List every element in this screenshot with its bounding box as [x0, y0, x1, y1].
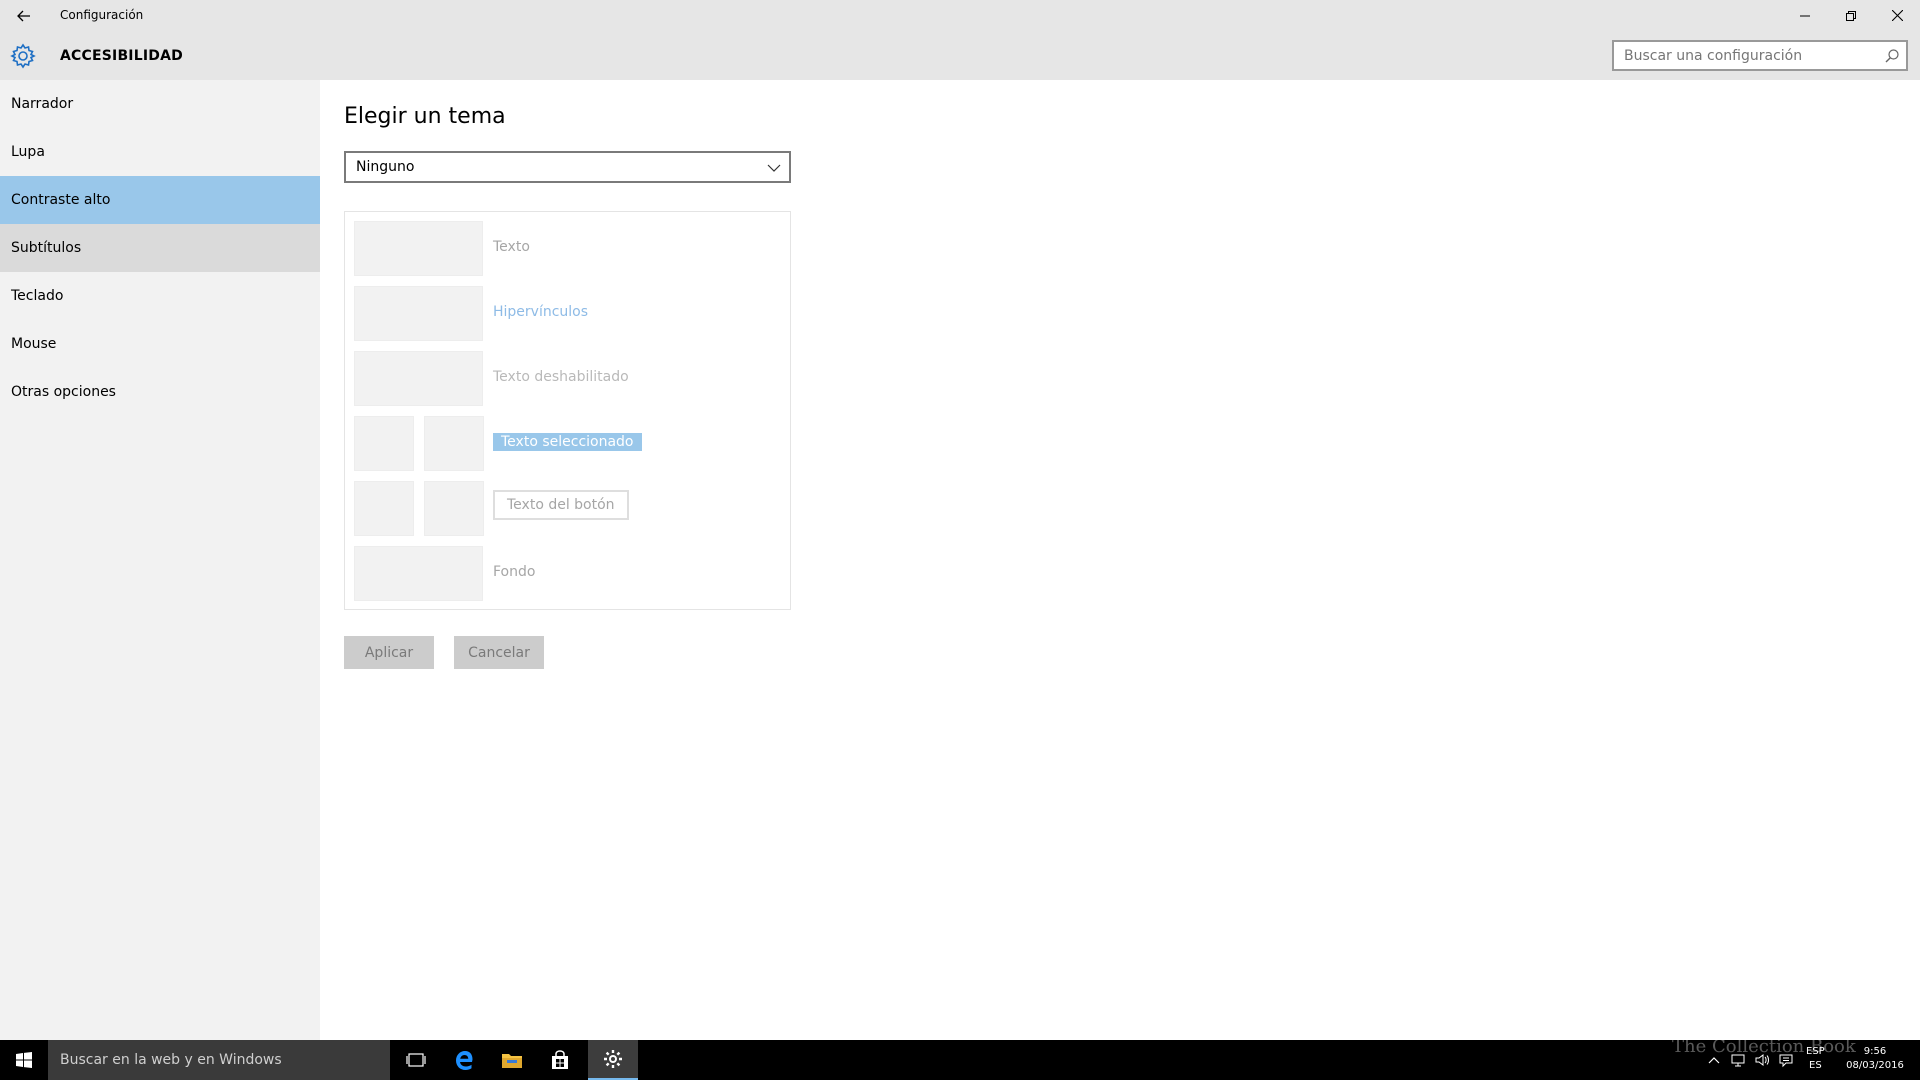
sidebar-item-label: Subtítulos — [11, 240, 82, 256]
taskbar-file-explorer-button[interactable] — [488, 1040, 536, 1080]
sidebar-item-label: Mouse — [11, 336, 57, 352]
page-title: Elegir un tema — [344, 104, 506, 129]
minimize-button[interactable] — [1782, 0, 1828, 31]
preview-disabled-label: Texto deshabilitado — [493, 369, 629, 385]
hyperlink-color-swatch[interactable] — [354, 286, 483, 341]
taskbar-store-button[interactable] — [536, 1040, 584, 1080]
settings-search-box[interactable] — [1612, 40, 1908, 71]
sidebar-item-teclado[interactable]: Teclado — [0, 272, 320, 320]
gear-icon — [10, 43, 36, 69]
taskbar-edge-button[interactable] — [440, 1040, 488, 1080]
window-title: Configuración — [60, 8, 144, 22]
folder-icon — [502, 1054, 522, 1068]
sidebar-item-otras-opciones[interactable]: Otras opciones — [0, 368, 320, 416]
button-text-fg-swatch[interactable] — [354, 481, 414, 536]
task-view-icon — [406, 1053, 426, 1067]
button-text-bg-swatch[interactable] — [424, 481, 484, 536]
selected-text-bg-swatch[interactable] — [424, 416, 484, 471]
preview-row-background: Fondo — [354, 546, 774, 601]
preview-text-label: Texto — [493, 239, 530, 255]
preview-row-selected: Texto seleccionado — [354, 416, 774, 471]
watermark-text: The Collection Book — [1672, 1036, 1856, 1057]
sidebar-item-mouse[interactable]: Mouse — [0, 320, 320, 368]
settings-search-input[interactable] — [1614, 42, 1864, 69]
start-button[interactable] — [0, 1040, 48, 1080]
preview-row-button: Texto del botón — [354, 481, 774, 536]
close-icon — [1891, 10, 1903, 21]
apply-button[interactable]: Aplicar — [344, 636, 434, 669]
settings-gear-icon — [604, 1050, 622, 1068]
edge-browser-icon — [456, 1051, 473, 1070]
taskbar-search-placeholder: Buscar en la web y en Windows — [60, 1052, 282, 1068]
preview-row-disabled: Texto deshabilitado — [354, 351, 774, 406]
title-bar: Configuración — [0, 0, 1920, 31]
close-button[interactable] — [1874, 0, 1920, 31]
preview-button-label: Texto del botón — [493, 490, 629, 520]
windows-logo-icon — [16, 1052, 32, 1068]
disabled-text-color-swatch[interactable] — [354, 351, 483, 406]
section-title: ACCESIBILIDAD — [60, 48, 183, 64]
settings-header: ACCESIBILIDAD — [0, 31, 1920, 80]
preview-background-label: Fondo — [493, 564, 536, 580]
minimize-icon — [1800, 15, 1810, 16]
store-bag-icon — [552, 1050, 568, 1069]
theme-dropdown[interactable]: Ninguno — [344, 151, 791, 183]
cancel-button[interactable]: Cancelar — [454, 636, 544, 669]
chevron-down-icon — [767, 164, 781, 172]
main-content: Elegir un tema Ninguno Texto Hipervíncul… — [344, 80, 1920, 1040]
restore-button[interactable] — [1828, 0, 1874, 31]
sidebar-item-label: Otras opciones — [11, 384, 116, 400]
preview-hyperlink-label: Hipervínculos — [493, 304, 589, 320]
back-arrow-icon — [16, 10, 30, 21]
restore-icon — [1846, 10, 1856, 21]
sidebar-item-label: Narrador — [11, 96, 74, 112]
sidebar-item-label: Contraste alto — [11, 192, 111, 208]
sidebar-item-narrador[interactable]: Narrador — [0, 80, 320, 128]
search-icon[interactable] — [1884, 48, 1900, 64]
preview-selected-label: Texto seleccionado — [493, 433, 642, 451]
sidebar-item-contraste-alto[interactable]: Contraste alto — [0, 176, 320, 224]
sidebar-item-lupa[interactable]: Lupa — [0, 128, 320, 176]
keyboard-code: ES — [1809, 1060, 1822, 1071]
back-button[interactable] — [8, 0, 39, 31]
sidebar: Narrador Lupa Contraste alto Subtítulos … — [0, 80, 320, 1040]
task-view-button[interactable] — [392, 1040, 440, 1080]
taskbar: Buscar en la web y en Windows ESP ES 9:5… — [0, 1040, 1920, 1080]
clock-date: 08/03/2016 — [1846, 1060, 1904, 1071]
sidebar-item-subtitulos[interactable]: Subtítulos — [0, 224, 320, 272]
taskbar-search-box[interactable]: Buscar en la web y en Windows — [48, 1040, 390, 1080]
taskbar-settings-button[interactable] — [588, 1040, 638, 1080]
theme-preview-panel: Texto Hipervínculos Texto deshabilitado … — [344, 211, 791, 610]
preview-row-hyperlinks: Hipervínculos — [354, 286, 774, 341]
text-color-swatch[interactable] — [354, 221, 483, 276]
sidebar-item-label: Lupa — [11, 144, 45, 160]
background-color-swatch[interactable] — [354, 546, 483, 601]
theme-dropdown-value: Ninguno — [356, 159, 415, 175]
preview-row-text: Texto — [354, 221, 774, 276]
sidebar-item-label: Teclado — [11, 288, 64, 304]
selected-text-fg-swatch[interactable] — [354, 416, 414, 471]
